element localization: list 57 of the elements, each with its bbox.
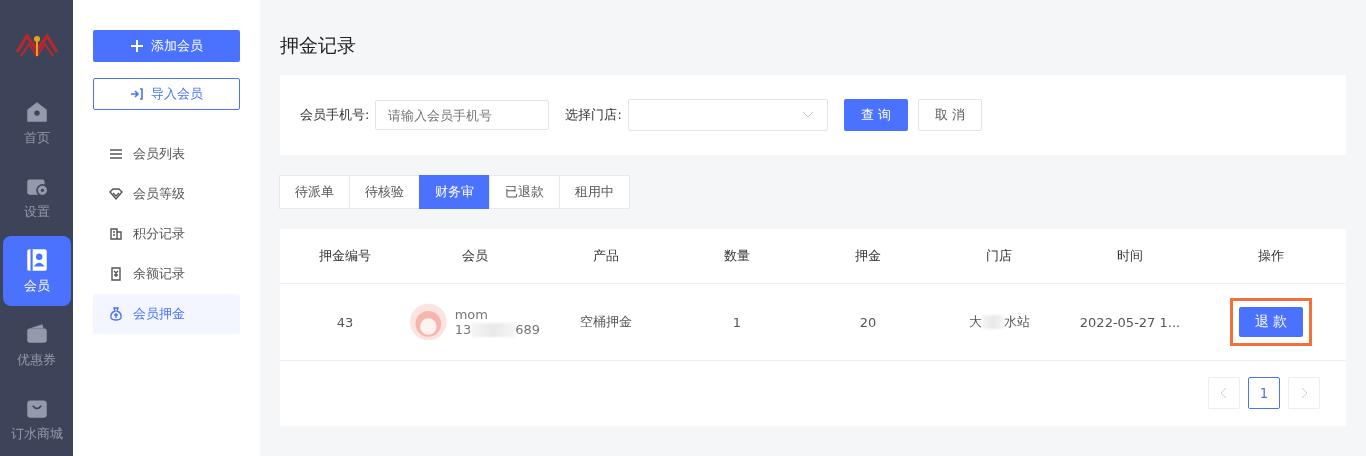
store-end: 水站 xyxy=(1003,313,1030,331)
menu-item[interactable]: 积分记录 xyxy=(93,214,240,254)
next-page-button[interactable] xyxy=(1288,377,1320,409)
table-cell-text: 43 xyxy=(335,313,355,332)
chevron-left-icon xyxy=(1221,388,1227,398)
nav-item[interactable]: 优惠券 xyxy=(2,310,71,380)
balance-icon xyxy=(109,267,124,281)
store-label: 选择门店: xyxy=(565,106,622,124)
column-header: 时间 xyxy=(1116,247,1144,265)
table-cell-text: 空桶押金 xyxy=(579,313,633,331)
column-header: 产品 xyxy=(592,247,620,265)
nav-item[interactable]: 设置 xyxy=(2,162,71,232)
nav-item[interactable]: 订水商城 xyxy=(2,384,71,454)
cancel-button[interactable]: 取 消 xyxy=(917,99,982,131)
phone-start: 13 xyxy=(454,322,472,337)
nav-item[interactable]: 首页 xyxy=(2,88,71,158)
column-header: 操作 xyxy=(1257,247,1285,265)
chevron-right-icon xyxy=(1301,388,1307,398)
query-button[interactable]: 查 询 xyxy=(843,99,908,131)
tab[interactable]: 租用中 xyxy=(559,175,630,209)
column-header: 门店 xyxy=(985,247,1013,265)
prev-page-button[interactable] xyxy=(1208,377,1240,409)
column-header: 押金编号 xyxy=(318,247,372,265)
store-select[interactable] xyxy=(627,99,828,131)
tab[interactable]: 已退款 xyxy=(489,175,560,209)
menu-item[interactable]: 会员押金 xyxy=(93,294,240,334)
column-header: 数量 xyxy=(723,247,751,265)
phone-field[interactable]: 请输入会员手机号 xyxy=(375,100,550,130)
points-icon xyxy=(109,227,124,241)
menu-item[interactable]: 会员列表 xyxy=(93,134,240,174)
table-cell-text: 20 xyxy=(858,313,878,332)
table-cell-text: 1 xyxy=(731,313,743,332)
plus-icon xyxy=(130,40,143,52)
phone-label: 会员手机号: xyxy=(300,106,370,124)
list-icon xyxy=(109,147,124,161)
import-member-button[interactable]: 导入会员 xyxy=(93,78,240,110)
member-name: mom xyxy=(454,307,489,322)
table-cell-text: 2022-05-27 1... xyxy=(1078,313,1182,332)
phone-end: 689 xyxy=(515,322,540,337)
page-button[interactable]: 1 xyxy=(1248,377,1280,409)
tab[interactable]: 财务审 xyxy=(419,175,490,209)
tab[interactable]: 待核验 xyxy=(349,175,420,209)
tab[interactable]: 待派单 xyxy=(279,175,350,209)
add-member-button[interactable]: 添加会员 xyxy=(93,30,240,62)
menu-item[interactable]: 会员等级 xyxy=(93,174,240,214)
deposit-icon xyxy=(109,307,124,321)
column-header: 会员 xyxy=(461,247,489,265)
import-icon xyxy=(130,88,143,100)
page-title: 押金记录 xyxy=(280,33,357,58)
chevron-down-icon xyxy=(802,112,813,118)
refund-button[interactable]: 退 款 xyxy=(1239,307,1303,337)
menu-item[interactable]: 余额记录 xyxy=(93,254,240,294)
diamond-icon xyxy=(109,187,124,201)
store-start: 大 xyxy=(968,313,982,331)
avatar-icon xyxy=(410,302,447,342)
nav-item[interactable]: 会员 xyxy=(2,236,71,306)
column-header: 押金 xyxy=(854,247,882,265)
